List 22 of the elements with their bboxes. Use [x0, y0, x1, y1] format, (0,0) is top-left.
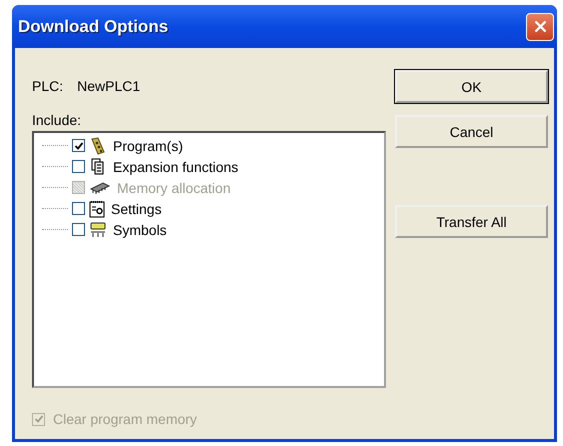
checkbox[interactable] — [72, 139, 85, 152]
symbols-icon — [89, 220, 107, 238]
tape-icon — [89, 136, 107, 154]
plc-label: PLC: — [32, 78, 64, 94]
checkbox[interactable] — [72, 202, 85, 215]
window-title: Download Options — [18, 16, 168, 36]
checkbox[interactable] — [72, 223, 85, 236]
plc-name: NewPLC1 — [77, 78, 140, 94]
dialog-button[interactable]: OK — [395, 70, 548, 103]
checkbox-label: Clear program memory — [53, 411, 197, 427]
chip-icon — [89, 180, 111, 194]
tree-item[interactable]: Program(s) — [113, 138, 184, 154]
tree-item[interactable]: Settings — [111, 200, 162, 216]
include-label: Include: — [32, 112, 82, 128]
tree-item[interactable]: Symbols — [113, 222, 167, 238]
close-button[interactable] — [526, 12, 554, 40]
checkbox[interactable] — [72, 160, 85, 173]
dialog-button[interactable]: Cancel — [395, 115, 548, 148]
close-icon — [534, 20, 546, 33]
tree-item[interactable]: Expansion functions — [113, 158, 238, 174]
dialog-button[interactable]: Transfer All — [395, 205, 548, 238]
settings-icon — [89, 200, 105, 218]
